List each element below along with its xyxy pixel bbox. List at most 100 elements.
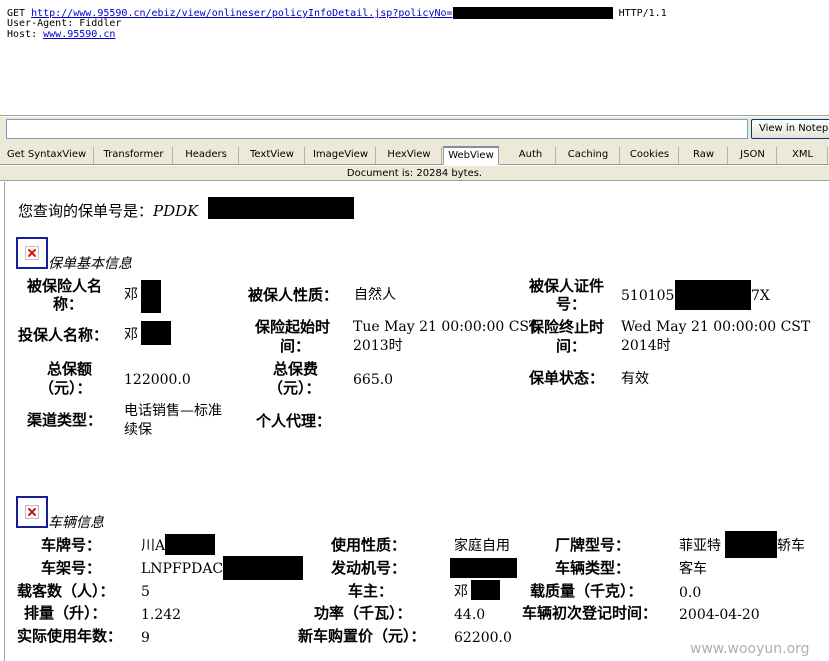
start-date-label-2: 间： xyxy=(280,337,311,355)
tab-json[interactable]: JSON xyxy=(729,147,777,164)
broken-image-icon xyxy=(16,496,48,528)
tab-auth[interactable]: Auth xyxy=(506,147,556,164)
find-bar: View in Notepad xyxy=(0,116,829,144)
tab-textview[interactable]: TextView xyxy=(240,147,305,164)
policy-query-line: 您查询的保单号是：PDDK xyxy=(18,201,198,221)
years-used-value: 9 xyxy=(141,630,150,646)
plate-value: 川A xyxy=(141,538,166,554)
model-value: 菲亚特 xyxy=(679,538,721,554)
insured-id-prefix: 510105 xyxy=(621,288,675,304)
tab-webview[interactable]: WebView xyxy=(443,146,499,165)
user-agent-line: User-Agent: Fiddler xyxy=(7,18,122,29)
insured-id-label: 被保人证件 xyxy=(529,277,605,295)
premium-label: 总保费 xyxy=(273,360,319,378)
tab-headers[interactable]: Headers xyxy=(174,147,239,164)
start-date-label: 保险起始时 xyxy=(255,318,331,336)
new-price-value: 62200.0 xyxy=(454,630,512,646)
basic-info-title: 保单基本信息 xyxy=(48,256,132,272)
tab-raw[interactable]: Raw xyxy=(680,147,728,164)
policy-query-prefix: 您查询的保单号是： xyxy=(18,202,154,220)
policy-status-value: 有效 xyxy=(621,371,649,387)
host-label: Host: xyxy=(7,29,38,40)
webview-content[interactable]: 您查询的保单号是：PDDK 保单基本信息 被保险人名 称： 邓 被保人性质： 自… xyxy=(4,182,829,661)
channel-value: 电话销售—标准 xyxy=(124,403,222,419)
channel-value-2: 续保 xyxy=(124,422,152,438)
insured-nature-label: 被保人性质： xyxy=(248,286,339,304)
insured-name-label: 被保险人名 xyxy=(27,277,103,295)
register-date-label: 车辆初次登记时间： xyxy=(522,604,658,622)
redacted-model xyxy=(725,531,777,558)
insured-id-suffix: 7X xyxy=(751,288,770,304)
engine-label: 发动机号： xyxy=(331,559,407,577)
find-input[interactable] xyxy=(6,119,748,139)
displacement-label: 排量（升）： xyxy=(24,604,107,622)
owner-value: 邓 xyxy=(454,584,468,600)
insured-name-value: 邓 xyxy=(124,287,138,303)
usage-value: 家庭自用 xyxy=(454,538,510,554)
register-date-value: 2004-04-20 xyxy=(679,607,760,623)
host-line: Host: www.95590.cn xyxy=(7,29,829,40)
power-value: 44.0 xyxy=(454,607,486,623)
power-label: 功率（千瓦）： xyxy=(314,604,412,622)
sum-insured-label: 总保额 xyxy=(47,360,93,378)
request-headers-pane[interactable]: GET http://www.95590.cn/ebiz/view/online… xyxy=(0,0,829,116)
tab-get-syntaxview[interactable]: Get SyntaxView xyxy=(0,147,94,164)
tab-imageview[interactable]: ImageView xyxy=(306,147,376,164)
displacement-value: 1.242 xyxy=(141,607,182,623)
policy-number-prefix: PDDK xyxy=(153,202,199,220)
seats-label: 载客数（人）： xyxy=(17,582,115,600)
redacted-insured-name xyxy=(141,280,161,313)
tab-xml[interactable]: XML xyxy=(778,147,828,164)
request-protocol: HTTP/1.1 xyxy=(618,8,667,19)
vehicle-type-label: 车辆类型： xyxy=(555,559,631,577)
redacted-policy-number xyxy=(452,7,613,19)
frame-label: 车架号： xyxy=(41,559,102,577)
end-date-label-2: 间： xyxy=(556,337,587,355)
new-price-label: 新车购置价（元）： xyxy=(298,627,426,645)
seats-value: 5 xyxy=(141,584,150,600)
watermark-text: www.wooyun.org xyxy=(690,641,810,657)
redacted-frame xyxy=(223,556,303,580)
redacted-plate xyxy=(165,534,215,555)
vehicle-type-value: 客车 xyxy=(679,561,707,577)
redacted-applicant-name xyxy=(141,321,171,345)
start-date-value-2: 2013时 xyxy=(353,338,403,354)
end-date-value: Wed May 21 00:00:00 CST xyxy=(621,319,811,335)
policy-status-label: 保单状态： xyxy=(529,369,605,387)
tab-cookies[interactable]: Cookies xyxy=(621,147,679,164)
premium-value: 665.0 xyxy=(353,372,394,388)
host-link[interactable]: www.95590.cn xyxy=(43,29,115,40)
model-label: 厂牌型号： xyxy=(555,536,631,554)
owner-label: 车主： xyxy=(348,582,394,600)
load-value: 0.0 xyxy=(679,585,702,601)
years-used-label: 实际使用年数： xyxy=(17,627,123,645)
document-size-status: Document is: 20284 bytes. xyxy=(0,166,829,181)
sum-insured-label-2: （元）： xyxy=(39,379,92,397)
redacted-insured-id xyxy=(675,280,751,310)
start-date-value: Tue May 21 00:00:00 CST xyxy=(353,319,539,335)
response-tab-strip: Get SyntaxView Transformer Headers TextView… xyxy=(0,144,829,165)
applicant-label: 投保人名称： xyxy=(18,326,109,344)
tab-caching[interactable]: Caching xyxy=(557,147,620,164)
model-suffix: 轿车 xyxy=(777,538,805,554)
redacted-owner xyxy=(471,580,500,600)
load-label: 载质量（千克）： xyxy=(530,582,643,600)
tab-transformer[interactable]: Transformer xyxy=(95,147,173,164)
usage-label: 使用性质： xyxy=(331,536,407,554)
view-in-notepad-button[interactable]: View in Notepad xyxy=(751,119,829,139)
agent-label: 个人代理： xyxy=(256,412,332,430)
premium-label-2: （元）： xyxy=(268,379,321,397)
redacted-engine xyxy=(450,558,517,578)
tab-hexview[interactable]: HexView xyxy=(377,147,442,164)
end-date-value-2: 2014时 xyxy=(621,338,671,354)
sum-insured-value: 122000.0 xyxy=(124,372,191,388)
plate-label: 车牌号： xyxy=(41,536,102,554)
insured-name-label-2: 称： xyxy=(53,295,84,313)
applicant-value: 邓 xyxy=(124,327,138,343)
broken-image-icon xyxy=(16,237,48,269)
end-date-label: 保险终止时 xyxy=(529,318,605,336)
channel-label: 渠道类型： xyxy=(27,411,103,429)
frame-value: LNPFPDAC xyxy=(141,561,224,577)
insured-nature-value: 自然人 xyxy=(354,287,396,303)
insured-id-label-2: 号： xyxy=(556,295,587,313)
